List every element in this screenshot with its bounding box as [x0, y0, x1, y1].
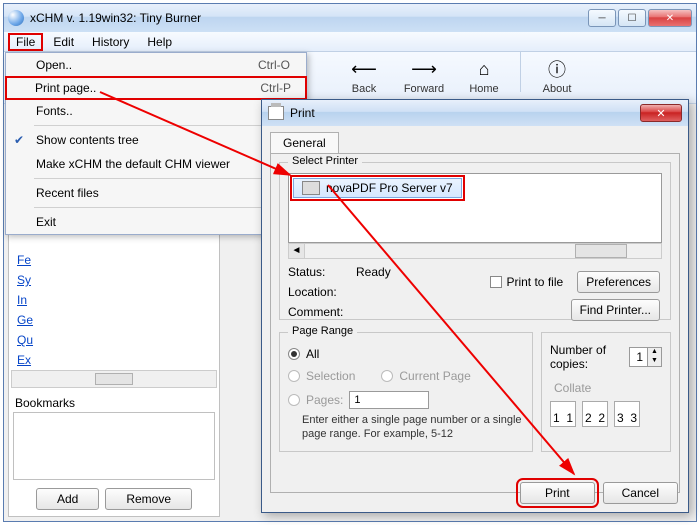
printer-list[interactable]: novaPDF Pro Server v7	[288, 173, 662, 243]
group-copies: Number of copies: 1 ▲▼ Collate 11 22 33	[541, 332, 671, 452]
printer-item-novapdf[interactable]: novaPDF Pro Server v7	[293, 178, 462, 198]
menu-file[interactable]: File	[8, 33, 43, 51]
spin-up-icon[interactable]: ▲	[647, 348, 661, 357]
check-icon: ✔	[14, 133, 24, 147]
printer-hscroll[interactable]: ◄	[288, 243, 662, 259]
printer-icon	[268, 106, 284, 120]
maximize-button[interactable]: ☐	[618, 9, 646, 27]
app-icon	[8, 10, 24, 26]
tab-body: Select Printer novaPDF Pro Server v7 ◄ S…	[270, 153, 680, 493]
menu-print-page[interactable]: Print page.. Ctrl-P	[5, 76, 307, 100]
tab-general[interactable]: General	[270, 132, 339, 153]
window-title: xCHM v. 1.19win32: Tiny Burner	[30, 11, 588, 25]
pages-input[interactable]	[349, 391, 429, 409]
scroll-thumb[interactable]	[575, 244, 627, 258]
radio-icon	[381, 370, 393, 382]
find-printer-button[interactable]: Find Printer...	[571, 299, 660, 321]
dialog-title: Print	[290, 106, 640, 120]
scroll-left-icon[interactable]: ◄	[289, 244, 305, 258]
home-icon: ⌂	[472, 57, 496, 81]
radio-selection: Selection	[288, 369, 355, 383]
back-icon: ⟵	[352, 57, 376, 81]
print-button[interactable]: Print	[520, 482, 595, 504]
status-label: Status:	[288, 265, 346, 279]
status-value: Ready	[356, 265, 391, 279]
radio-icon	[288, 348, 300, 360]
titlebar: xCHM v. 1.19win32: Tiny Burner ─ ☐ ✕	[4, 4, 696, 32]
group-select-printer: Select Printer novaPDF Pro Server v7 ◄ S…	[279, 162, 671, 320]
print-dialog: Print ✕ General Select Printer novaPDF P…	[261, 99, 689, 513]
page-icon: 33	[614, 401, 640, 427]
list-item[interactable]: In	[11, 290, 217, 310]
group-label: Select Printer	[288, 155, 362, 167]
print-to-file-checkbox[interactable]: Print to file Preferences	[490, 271, 660, 293]
toolbar-back[interactable]: ⟵ Back	[336, 52, 392, 100]
menu-edit[interactable]: Edit	[45, 33, 82, 51]
list-item[interactable]: Ge	[11, 310, 217, 330]
menubar: File Edit History Help	[4, 32, 696, 52]
radio-icon	[288, 394, 300, 406]
cancel-button[interactable]: Cancel	[603, 482, 678, 504]
menu-history[interactable]: History	[84, 33, 137, 51]
dialog-titlebar: Print ✕	[262, 100, 688, 126]
info-icon: ⓘ	[545, 57, 569, 81]
menu-open[interactable]: Open.. Ctrl-O	[6, 53, 306, 77]
add-button[interactable]: Add	[36, 488, 99, 510]
location-label: Location:	[288, 285, 346, 299]
toolbar-separator	[520, 52, 521, 92]
copies-spinner[interactable]: 1 ▲▼	[629, 347, 662, 367]
toolbar-about[interactable]: ⓘ About	[529, 52, 585, 100]
checkbox-icon	[490, 276, 502, 288]
collate-checkbox: Collate	[550, 381, 662, 395]
bookmarks-label: Bookmarks	[15, 396, 75, 410]
forward-icon: ⟶	[412, 57, 436, 81]
radio-pages: Pages:	[288, 391, 524, 409]
list-item[interactable]: Fe	[11, 250, 217, 270]
copies-label: Number of copies:	[550, 343, 623, 371]
spin-down-icon[interactable]: ▼	[647, 357, 661, 366]
page-icon: 22	[582, 401, 608, 427]
list-item[interactable]: Qu	[11, 330, 217, 350]
menu-help[interactable]: Help	[139, 33, 180, 51]
group-label: Page Range	[288, 325, 357, 337]
preferences-button[interactable]: Preferences	[577, 271, 660, 293]
page-range-hint: Enter either a single page number or a s…	[288, 413, 524, 442]
bookmarks-list[interactable]	[13, 412, 215, 480]
minimize-button[interactable]: ─	[588, 9, 616, 27]
printer-icon	[302, 181, 320, 195]
contents-hscroll[interactable]	[11, 370, 217, 388]
radio-icon	[288, 370, 300, 382]
collate-preview: 11 22 33	[550, 401, 662, 427]
dialog-close-button[interactable]: ✕	[640, 104, 682, 122]
printer-name: novaPDF Pro Server v7	[326, 181, 453, 195]
list-item[interactable]: Sy	[11, 270, 217, 290]
radio-all[interactable]: All	[288, 347, 524, 361]
comment-label: Comment:	[288, 305, 346, 319]
tab-strip: General	[262, 126, 688, 153]
page-icon: 11	[550, 401, 576, 427]
close-button[interactable]: ✕	[648, 9, 692, 27]
copies-value: 1	[630, 348, 647, 366]
radio-current-page: Current Page	[381, 369, 470, 383]
toolbar-forward[interactable]: ⟶ Forward	[396, 52, 452, 100]
group-page-range: Page Range All Selection Current Page Pa…	[279, 332, 533, 452]
remove-button[interactable]: Remove	[105, 488, 192, 510]
toolbar-home[interactable]: ⌂ Home	[456, 52, 512, 100]
list-item[interactable]: Ex	[11, 350, 217, 368]
